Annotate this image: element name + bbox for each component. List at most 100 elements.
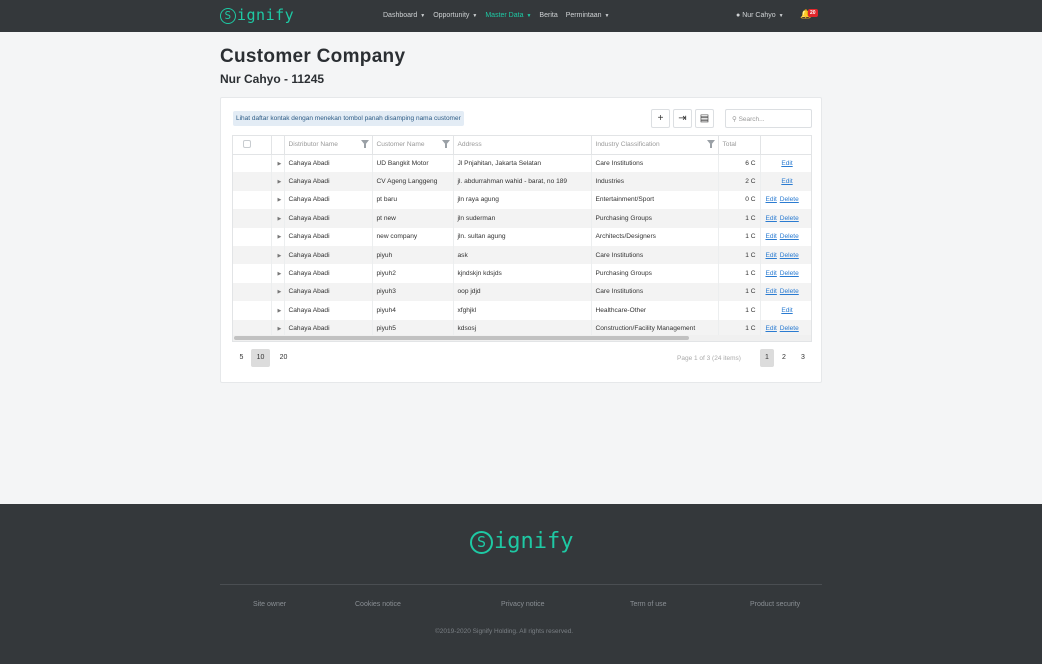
- table-row[interactable]: ▶ Cahaya Abadi pt baru jln raya agung Entert…: [233, 190, 811, 210]
- page-title: Customer Company: [220, 46, 406, 67]
- expand-cell[interactable]: ▶: [271, 282, 285, 302]
- table-row[interactable]: ▶ Cahaya Abadi piyuh3 oop jdjd Care Institut…: [233, 282, 811, 302]
- page-button-1[interactable]: 1: [760, 349, 774, 367]
- col-distributor-name[interactable]: Distributor Name: [284, 136, 373, 155]
- footer: Signify Site owner Cookies notice Privac…: [0, 504, 1042, 664]
- header-row: Distributor Name Customer Name Address I…: [233, 136, 811, 155]
- expand-cell[interactable]: ▶: [271, 264, 285, 283]
- address-cell: ask: [453, 245, 592, 265]
- col-address[interactable]: Address: [453, 136, 592, 155]
- nav-item-permintaan[interactable]: Permintaan ▼: [566, 12, 610, 19]
- expand-arrow-icon[interactable]: ▶: [276, 234, 282, 240]
- table-row[interactable]: ▶ Cahaya Abadi piyuh4 xfghjkl Healthcare-Oth…: [233, 301, 811, 320]
- column-chooser-button[interactable]: ▤: [695, 109, 714, 128]
- horizontal-scrollbar[interactable]: [233, 335, 811, 341]
- filter-icon[interactable]: [706, 140, 715, 148]
- distributor-cell: Cahaya Abadi: [284, 245, 373, 265]
- expand-cell[interactable]: ▶: [271, 209, 285, 228]
- expand-arrow-icon[interactable]: ▶: [276, 289, 282, 295]
- footer-logo-initial: S: [470, 531, 493, 554]
- edit-link[interactable]: Edit: [766, 288, 777, 295]
- page-size-10[interactable]: 10: [251, 349, 270, 367]
- export-button[interactable]: ⇥: [673, 109, 692, 128]
- add-button[interactable]: +: [651, 109, 670, 128]
- edit-link[interactable]: Edit: [766, 196, 777, 203]
- edit-link[interactable]: Edit: [766, 233, 777, 240]
- col-total[interactable]: Total: [718, 136, 761, 155]
- edit-link[interactable]: Edit: [766, 215, 777, 222]
- expand-arrow-icon[interactable]: ▶: [276, 326, 282, 332]
- expand-arrow-icon[interactable]: ▶: [276, 271, 282, 277]
- total-cell: 1 C: [718, 209, 761, 228]
- expand-cell[interactable]: ▶: [271, 227, 285, 246]
- col-customer-name[interactable]: Customer Name: [372, 136, 454, 155]
- expand-cell[interactable]: ▶: [271, 245, 285, 265]
- caret-down-icon: ▼: [526, 13, 532, 19]
- table-row[interactable]: ▶ Cahaya Abadi new company jln. sultan agun…: [233, 227, 811, 246]
- caret-down-icon: ▼: [472, 13, 478, 19]
- nav-item-master-data[interactable]: Master Data ▼: [485, 12, 531, 19]
- edit-link[interactable]: Edit: [766, 325, 777, 332]
- expand-cell[interactable]: ▶: [271, 301, 285, 320]
- expand-arrow-icon[interactable]: ▶: [276, 179, 282, 185]
- page-size-20[interactable]: 20: [274, 349, 293, 367]
- top-navbar: Signify Dashboard ▼ Opportunity ▼ Master D…: [0, 0, 1042, 32]
- user-name: Nur Cahyo: [742, 12, 776, 19]
- expand-arrow-icon[interactable]: ▶: [276, 197, 282, 203]
- edit-link[interactable]: Edit: [766, 270, 777, 277]
- table-row[interactable]: ▶ Cahaya Abadi piyuh ask Care Institutions 1 …: [233, 245, 811, 265]
- nav-item-dashboard[interactable]: Dashboard ▼: [383, 12, 425, 19]
- address-cell: xfghjkl: [453, 301, 592, 320]
- user-menu[interactable]: ● Nur Cahyo ▼: [736, 12, 784, 19]
- page-size-5[interactable]: 5: [232, 349, 251, 367]
- page-subtitle: Nur Cahyo - 11245: [220, 72, 325, 86]
- footer-logo[interactable]: Signify: [470, 529, 573, 554]
- footer-link-product-security[interactable]: Product security: [750, 601, 800, 608]
- col-actions: [760, 136, 811, 155]
- delete-link[interactable]: Delete: [780, 270, 799, 277]
- table-row[interactable]: ▶ Cahaya Abadi CV Ageng Langgeng jl. abdurr…: [233, 172, 811, 191]
- expand-cell[interactable]: ▶: [271, 154, 285, 173]
- delete-link[interactable]: Delete: [780, 325, 799, 332]
- delete-link[interactable]: Delete: [780, 233, 799, 240]
- page-info: Page 1 of 3 (24 items): [677, 355, 741, 362]
- delete-link[interactable]: Delete: [780, 288, 799, 295]
- expand-arrow-icon[interactable]: ▶: [276, 161, 282, 167]
- select-all-checkbox[interactable]: [243, 139, 251, 148]
- expand-arrow-icon[interactable]: ▶: [276, 216, 282, 222]
- nav-item-berita[interactable]: Berita: [539, 12, 557, 19]
- delete-link[interactable]: Delete: [780, 196, 799, 203]
- col-industry-classification[interactable]: Industry Classification: [591, 136, 719, 155]
- edit-link[interactable]: Edit: [781, 178, 792, 185]
- footer-link-privacy-notice[interactable]: Privacy notice: [501, 601, 545, 608]
- caret-down-icon: ▼: [778, 13, 784, 19]
- table-row[interactable]: ▶ Cahaya Abadi pt new jln suderman Purchasin…: [233, 209, 811, 228]
- footer-link-cookies-notice[interactable]: Cookies notice: [355, 601, 401, 608]
- table-row[interactable]: ▶ Cahaya Abadi piyuh2 kjndskjn kdsjds Purcha…: [233, 264, 811, 283]
- page-button-2[interactable]: 2: [777, 349, 791, 367]
- scrollbar-thumb[interactable]: [234, 336, 689, 340]
- filter-icon[interactable]: [441, 140, 450, 148]
- expand-arrow-icon[interactable]: ▶: [276, 308, 282, 314]
- filter-icon[interactable]: [360, 140, 369, 148]
- page-button-3[interactable]: 3: [796, 349, 810, 367]
- industry-cell: Purchasing Groups: [591, 264, 719, 283]
- expand-cell[interactable]: ▶: [271, 190, 285, 210]
- expand-cell[interactable]: ▶: [271, 172, 285, 191]
- nav-item-opportunity[interactable]: Opportunity ▼: [433, 12, 477, 19]
- footer-link-site-owner[interactable]: Site owner: [253, 601, 286, 608]
- customer-cell: piyuh2: [372, 264, 454, 283]
- footer-logo-text: ignify: [494, 529, 574, 554]
- edit-link[interactable]: Edit: [781, 307, 792, 314]
- notification-badge: 20: [808, 9, 818, 17]
- delete-link[interactable]: Delete: [780, 215, 799, 222]
- expand-arrow-icon[interactable]: ▶: [276, 253, 282, 259]
- edit-link[interactable]: Edit: [766, 252, 777, 259]
- search-input[interactable]: ⚲ Search...: [725, 109, 812, 128]
- row-select-cell: [233, 282, 272, 302]
- edit-link[interactable]: Edit: [781, 160, 792, 167]
- table-row[interactable]: ▶ Cahaya Abadi UD Bangkit Motor Jl Pnjahita…: [233, 154, 811, 173]
- delete-link[interactable]: Delete: [780, 252, 799, 259]
- signify-logo[interactable]: Signify: [220, 6, 294, 24]
- footer-link-term-of-use[interactable]: Term of use: [630, 601, 667, 608]
